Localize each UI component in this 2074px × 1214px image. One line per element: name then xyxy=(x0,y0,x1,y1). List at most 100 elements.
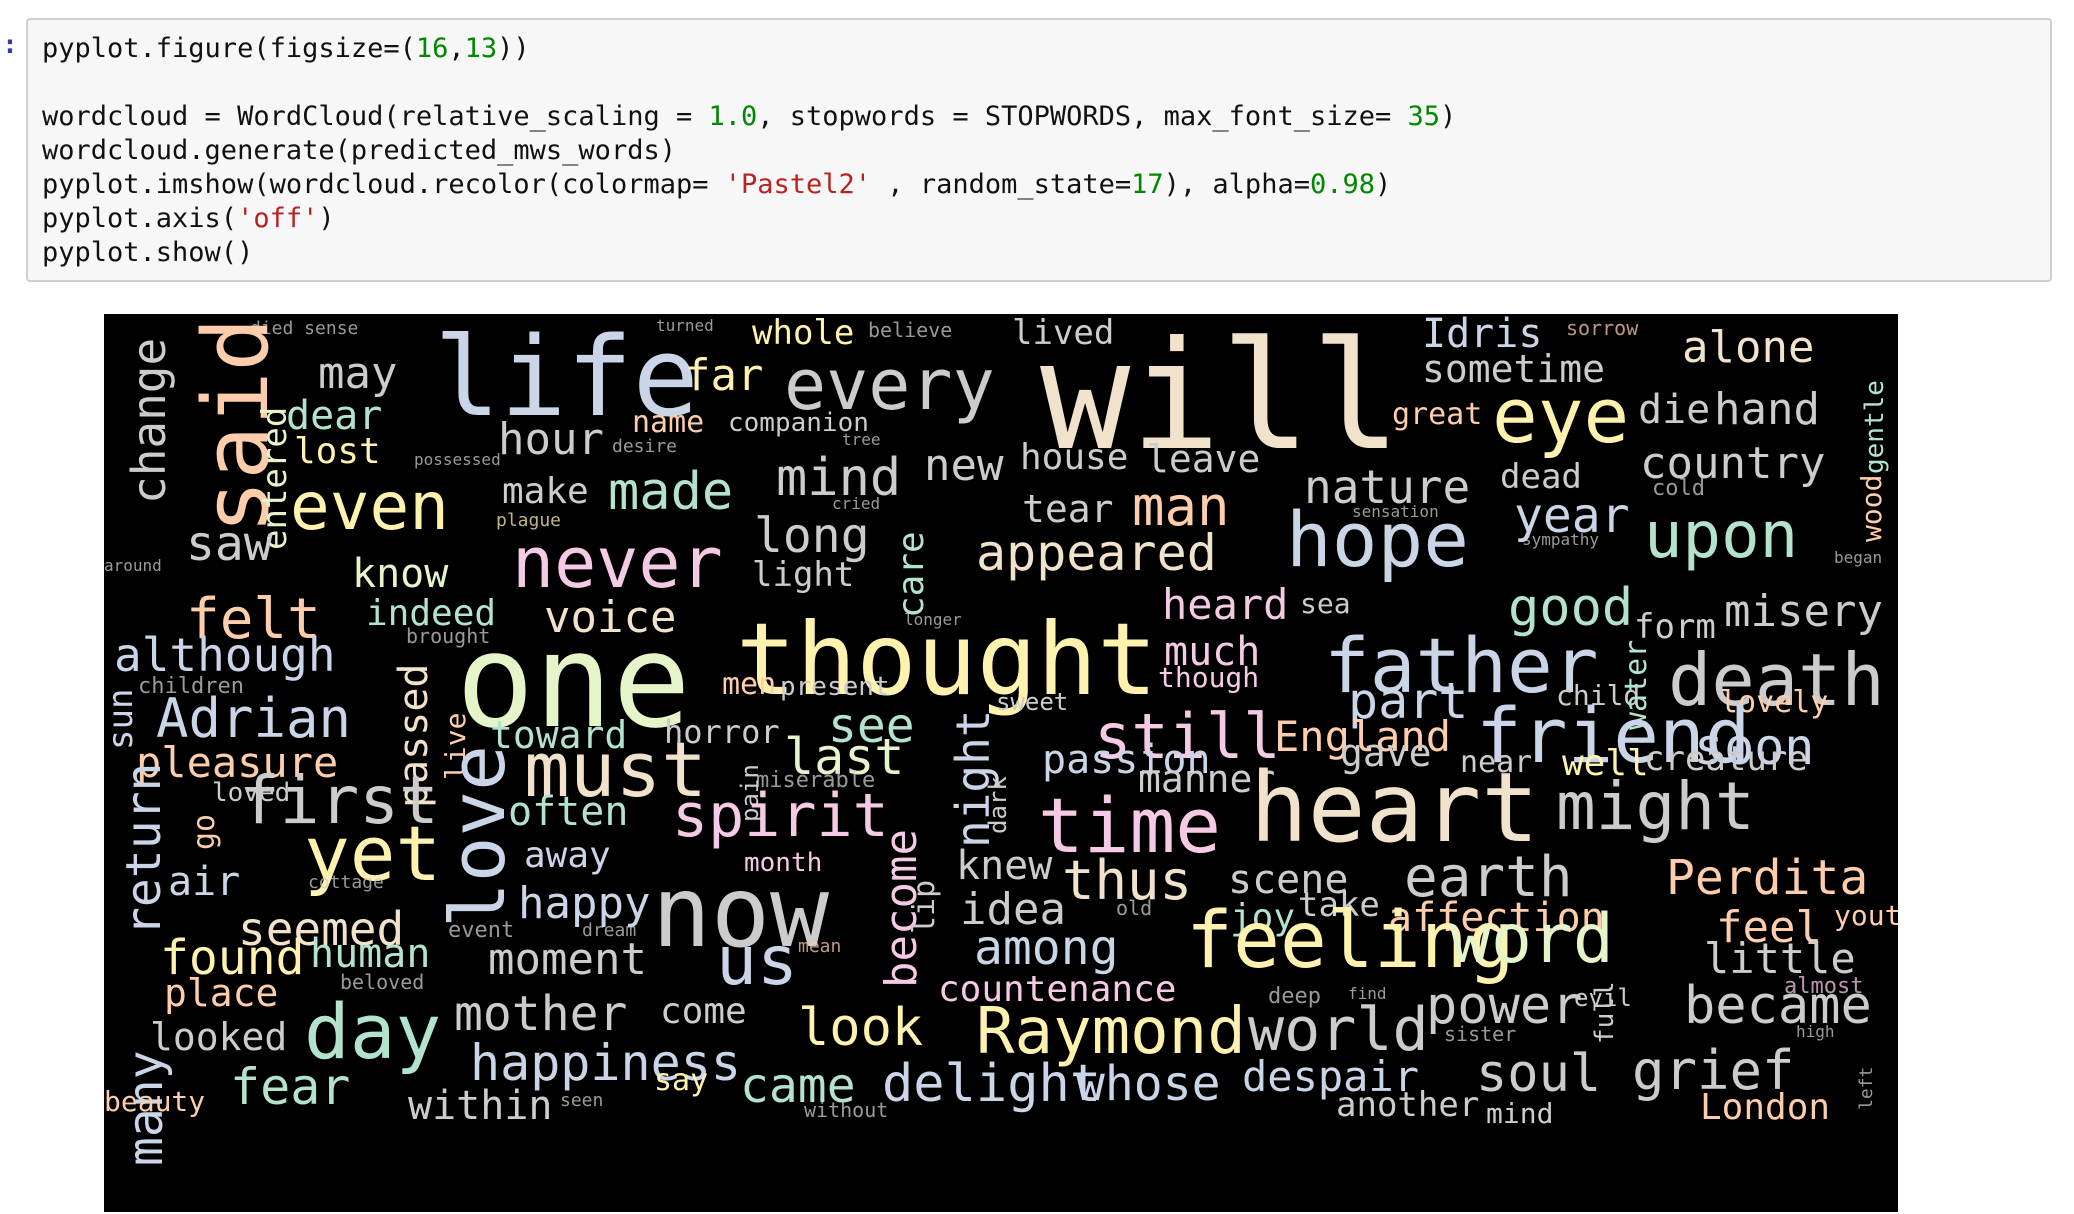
wordcloud-word: heard xyxy=(1162,580,1289,629)
code-line-3: wordcloud = WordCloud(relative_scaling =… xyxy=(42,101,1457,132)
wordcloud-word: made xyxy=(608,462,734,522)
wordcloud-word: gentle xyxy=(1860,380,1890,474)
wordcloud-word: sympathy xyxy=(1522,530,1600,549)
wordcloud-word: full xyxy=(1590,981,1620,1044)
wordcloud-word: word xyxy=(1450,900,1614,979)
wordcloud-word: may xyxy=(318,348,398,399)
wordcloud-word: sun xyxy=(104,688,141,750)
wordcloud-word: dear xyxy=(286,393,383,439)
wordcloud-word: human xyxy=(310,931,431,977)
wordcloud-word: lip xyxy=(907,879,942,934)
wordcloud-word: delight xyxy=(882,1054,1102,1114)
wordcloud-word: within xyxy=(408,1083,553,1129)
wordcloud-word: world xyxy=(1248,995,1429,1065)
wordcloud-word: tree xyxy=(842,430,881,449)
wordcloud-word: wood xyxy=(1855,474,1888,542)
wordcloud-word: hour xyxy=(498,414,604,465)
code-line-7: pyplot.show() xyxy=(42,237,254,268)
wordcloud-word: mean xyxy=(798,936,842,957)
wordcloud-word: around xyxy=(104,556,162,575)
wordcloud-word: hope xyxy=(1286,495,1470,584)
wordcloud-word: among xyxy=(974,920,1119,976)
wordcloud-word: cold xyxy=(1652,476,1705,501)
wordcloud-word: fear xyxy=(230,1058,351,1116)
wordcloud-word: return xyxy=(116,762,172,936)
wordcloud-word: beauty xyxy=(104,1085,206,1118)
wordcloud-word: lost xyxy=(294,431,381,472)
wordcloud-word: soul xyxy=(1476,1044,1602,1104)
wordcloud-word: long xyxy=(754,508,870,564)
wordcloud-word: light xyxy=(752,555,855,595)
wordcloud-word: misery xyxy=(1724,586,1883,637)
wordcloud-word: heart xyxy=(1250,752,1539,864)
wordcloud-word: believe xyxy=(868,318,953,342)
wordcloud-word: seen xyxy=(560,1090,604,1111)
wordcloud-word: although xyxy=(114,628,336,682)
code-editor[interactable]: pyplot.figure(figsize=(16,13)) wordcloud … xyxy=(42,32,1456,270)
wordcloud-word: know xyxy=(352,551,449,597)
wordcloud-word: new xyxy=(924,440,1004,491)
wordcloud-word: whose xyxy=(1076,1056,1221,1112)
wordcloud-word: mother xyxy=(454,986,628,1042)
wordcloud-word: air xyxy=(168,859,241,905)
code-line-5: pyplot.imshow(wordcloud.recolor(colormap… xyxy=(42,169,1392,200)
wordcloud-word: sorrow xyxy=(1566,316,1639,340)
wordcloud-word: tear xyxy=(1022,487,1114,531)
wordcloud-word: alone xyxy=(1682,322,1815,373)
wordcloud-word: high xyxy=(1796,1022,1835,1041)
wordcloud-word: leave xyxy=(1146,437,1261,481)
wordcloud-word: left xyxy=(1856,1066,1877,1110)
code-line-4: wordcloud.generate(predicted_mws_words) xyxy=(42,135,676,166)
wordcloud-word: moment xyxy=(488,934,647,985)
wordcloud-word: us xyxy=(716,922,798,1001)
wordcloud-word: looked xyxy=(150,1015,288,1059)
wordcloud-word: sweet xyxy=(996,688,1069,716)
cell-prompt: : xyxy=(2,30,18,60)
wordcloud-word: look xyxy=(798,998,924,1058)
wordcloud-word: dark xyxy=(984,776,1012,834)
wordcloud-word: hand xyxy=(1714,384,1820,435)
wordcloud-word: became xyxy=(1684,976,1872,1036)
wordcloud-word: possessed xyxy=(414,450,501,469)
wordcloud-word: knew xyxy=(956,843,1053,889)
wordcloud-word: London xyxy=(1700,1087,1831,1128)
wordcloud-word: cottage xyxy=(308,872,384,893)
wordcloud-word: appeared xyxy=(976,524,1217,582)
wordcloud-word: saw xyxy=(186,516,273,572)
code-line-6: pyplot.axis('off') xyxy=(42,203,335,234)
wordcloud-word: love xyxy=(433,744,522,928)
wordcloud-word: might xyxy=(1556,768,1755,845)
wordcloud-word: mind xyxy=(1486,1097,1554,1130)
wordcloud-word: upon xyxy=(1644,499,1799,573)
wordcloud-output-image: died sense turned whole believe lived Idris so… xyxy=(104,314,1898,1212)
code-cell-input[interactable]: pyplot.figure(figsize=(16,13)) wordcloud … xyxy=(26,18,2052,282)
wordcloud-word: come xyxy=(660,991,747,1032)
wordcloud-word: far xyxy=(684,350,764,401)
wordcloud-word: spirit xyxy=(672,781,889,851)
wordcloud-word: eye xyxy=(1492,371,1630,460)
wordcloud-word: sister xyxy=(1444,1022,1517,1046)
wordcloud-word: place xyxy=(164,971,279,1015)
wordcloud-word: men xyxy=(722,667,777,702)
wordcloud-word: sea xyxy=(1300,587,1351,620)
wordcloud-word: go xyxy=(187,813,222,850)
wordcloud-word: great xyxy=(1392,397,1483,432)
wordcloud-word: another xyxy=(1336,1085,1480,1125)
wordcloud-word: youth xyxy=(1834,899,1898,932)
wordcloud-word: even xyxy=(290,468,449,545)
wordcloud-word: say xyxy=(654,1063,709,1098)
wordcloud-word: though xyxy=(1158,661,1260,694)
wordcloud-word: house xyxy=(1020,437,1129,478)
wordcloud-word: never xyxy=(512,522,723,604)
wordcloud-word: Perdita xyxy=(1666,850,1869,906)
wordcloud-word: die xyxy=(1638,387,1711,433)
wordcloud-word: make xyxy=(502,471,589,512)
wordcloud-word: name xyxy=(632,405,705,440)
wordcloud-word: change xyxy=(122,337,176,504)
code-line-1: pyplot.figure(figsize=(16,13)) xyxy=(42,33,530,64)
wordcloud-word: present xyxy=(780,672,890,702)
wordcloud-word: desire xyxy=(612,436,678,457)
wordcloud-word: old xyxy=(1116,896,1153,920)
wordcloud-word: began xyxy=(1834,548,1883,567)
wordcloud-word: away xyxy=(524,835,611,876)
